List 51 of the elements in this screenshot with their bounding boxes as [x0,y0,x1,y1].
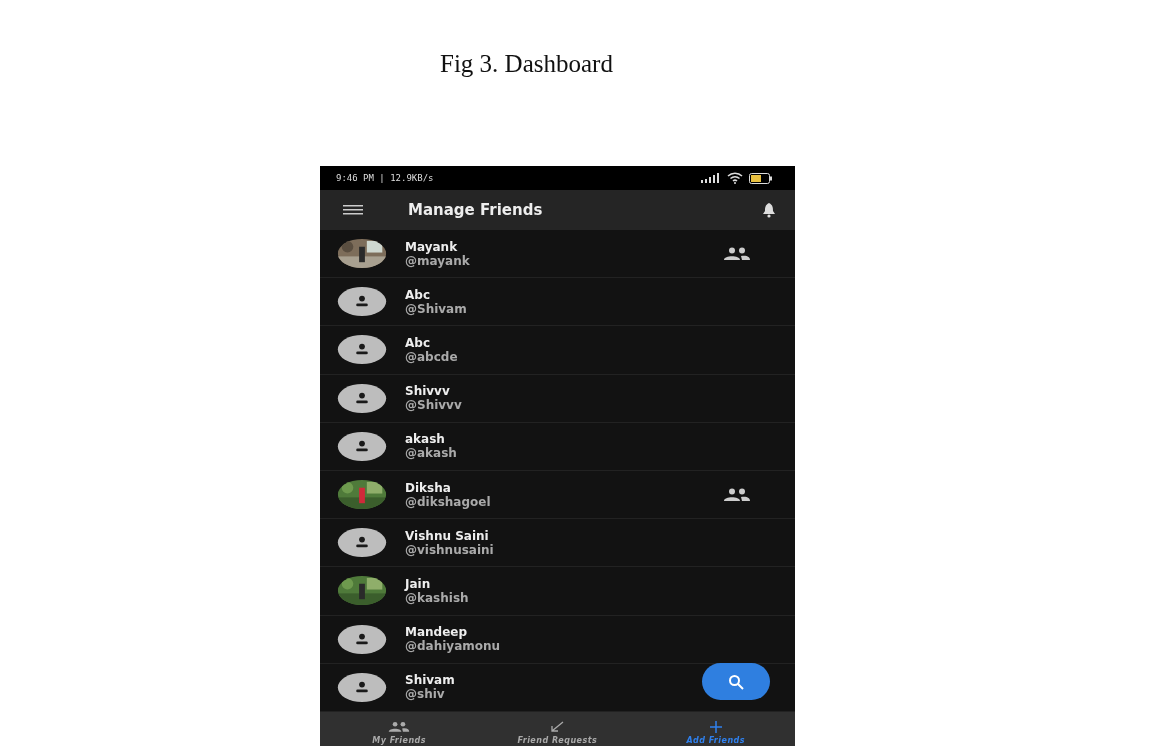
nav-tab[interactable]: My Friends [320,712,479,746]
friend-username: @dikshagoel [405,494,491,509]
default-avatar-icon [337,528,387,558]
friend-name: Shivam [405,673,455,688]
friend-username: @vishnusaini [405,542,494,557]
nav-tab[interactable]: Friend Requests [478,712,637,746]
notification-bell-icon[interactable] [761,202,777,218]
friend-row[interactable]: Abc @Shivam [320,278,795,327]
default-avatar-icon [337,335,387,365]
friend-username: @kashish [405,590,469,605]
default-avatar-icon [337,287,387,317]
friend-name: Mandeep [405,625,468,640]
friend-row[interactable]: Diksha @dikshagoel [320,470,795,520]
friend-row[interactable]: Mandeep @dahiyamonu [320,615,795,664]
friend-name: Vishnu Saini [405,528,489,543]
friend-name: Abc [405,335,430,350]
friend-name: akash [405,432,445,447]
default-avatar-icon [337,672,387,702]
search-icon [728,673,744,690]
friend-row[interactable]: Abc @abcde [320,326,795,375]
figure-caption: Fig 3. Dashboard [440,49,613,79]
friend-name: Diksha [405,480,451,495]
menu-icon[interactable] [343,204,363,216]
app-title: Manage Friends [408,201,544,219]
friend-row[interactable]: Jain @kashish [320,567,795,616]
friend-name: Jain [405,576,431,591]
friend-username: @mayank [405,253,470,268]
friend-username: @abcde [405,349,458,364]
friend-username: @dahiyamonu [405,639,501,654]
default-avatar-icon [337,624,387,654]
friend-username: @shiv [405,687,445,702]
friend-name: Mayank [405,239,458,254]
signal-icon [699,173,721,183]
battery-icon [749,172,773,184]
plus-icon [708,721,723,733]
status-time: 9:46 PM | 12.9KB/s [336,173,434,183]
friend-row[interactable]: Mayank @mayank [320,230,795,279]
friend-row[interactable]: Vishnu Saini @vishnusaini [320,519,795,568]
friend-row[interactable]: akash @akash [320,422,795,471]
people-icon [388,721,411,733]
friend-username: @Shivam [405,301,467,316]
friend-username: @Shivvv [405,398,462,413]
arrow-icon [549,721,566,733]
default-avatar-icon [337,383,387,413]
friend-name: Abc [405,287,430,302]
default-avatar-icon [337,431,387,461]
friend-name: Shivvv [405,384,450,399]
wifi-icon [727,172,743,184]
search-button[interactable] [702,663,770,700]
friend-row[interactable]: Shivvv @Shivvv [320,374,795,423]
friend-username: @akash [405,446,457,461]
